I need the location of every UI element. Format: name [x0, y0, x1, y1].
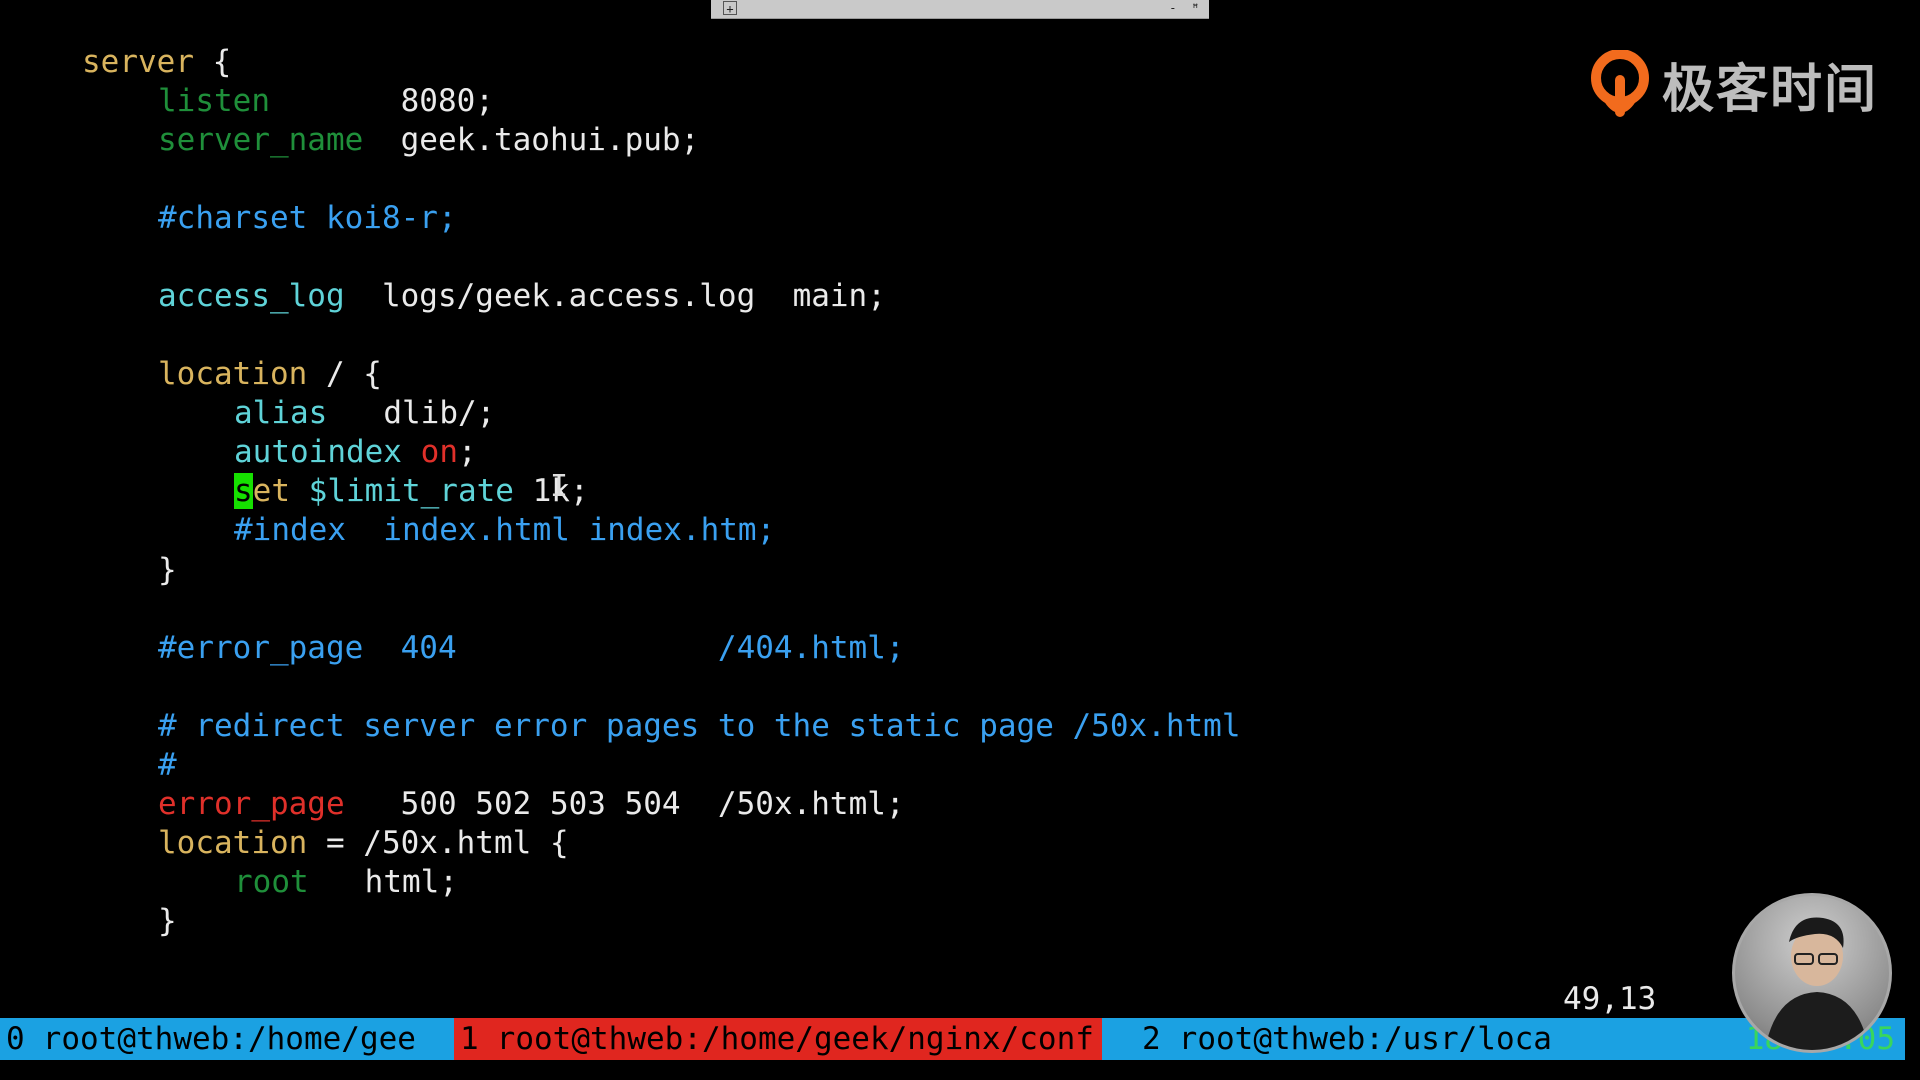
cursor-position-ruler: 49,13: [1563, 981, 1657, 1017]
keyword-location-50x: location: [158, 825, 308, 861]
window-label: root@thweb:/home/gee: [42, 1021, 416, 1057]
window-control-strip: + - ꟸ: [711, 0, 1209, 19]
code-line-server-name: server_name geek.taohui.pub;: [0, 122, 699, 158]
presenter-webcam: [1732, 893, 1892, 1053]
geektime-logo: 极客时间: [1590, 48, 1880, 120]
code-line-redirect-comment: # redirect server error pages to the sta…: [0, 708, 1241, 744]
code-line-hash-comment: #: [0, 747, 177, 783]
window-index: 2: [1142, 1021, 1161, 1057]
directive-alias: alias: [234, 395, 328, 431]
value-limit-rate: 1k;: [513, 473, 589, 509]
restore-button[interactable]: ꟸ: [1192, 1, 1199, 15]
value-listen: 8080;: [400, 83, 494, 119]
brace-open: {: [193, 44, 232, 80]
value-autoindex-on: on: [420, 434, 458, 470]
code-line-server: server {: [0, 44, 231, 80]
window-label: root@thweb:/usr/loca: [1178, 1021, 1552, 1057]
code-line-charset-comment: #charset koi8-r;: [0, 200, 457, 236]
location-path: / {: [307, 356, 382, 392]
variable-limit-rate: $limit_rate: [290, 473, 514, 509]
value-alias: dlib/;: [383, 395, 496, 431]
minimize-button[interactable]: -: [1169, 1, 1176, 15]
directive-access-log: access_log: [158, 278, 345, 314]
value-server-name: geek.taohui.pub;: [400, 122, 700, 158]
semicolon: ;: [457, 434, 477, 470]
keyword-server: server: [82, 44, 194, 80]
presenter-avatar-icon: [1765, 917, 1869, 1050]
location-50x-path: = /50x.html {: [307, 825, 569, 861]
tmux-window-2[interactable]: 2 root@thweb:/usr/loca: [1102, 1018, 1570, 1060]
window-label: root@thweb:/home/geek/nginx/conf: [496, 1021, 1094, 1057]
code-line-location-50x: location = /50x.html {: [0, 825, 569, 861]
comment-redirect: # redirect server error pages to the sta…: [158, 708, 1241, 744]
code-line-set-limit-rate: set $limit_rate 1k;: [0, 473, 589, 509]
comment-charset: #charset koi8-r;: [158, 200, 457, 236]
code-line-access-log: access_log logs/geek.access.log main;: [0, 278, 886, 314]
code-line-index-comment: #index index.html index.htm;: [0, 512, 775, 548]
code-line-root: root html;: [0, 864, 458, 900]
comment-index: #index index.html index.htm;: [234, 512, 776, 548]
tmux-window-1-active[interactable]: 1 root@thweb:/home/geek/nginx/conf: [454, 1018, 1102, 1060]
tmux-window-0[interactable]: 0 root@thweb:/home/gee: [0, 1018, 454, 1060]
logo-text: 极客时间: [1662, 59, 1879, 120]
code-line-location-root: location / {: [0, 356, 382, 392]
tmux-status-bar: 0 root@thweb:/home/gee 1 root@thweb:/home/…: [0, 1018, 1905, 1060]
brace-close-50x: }: [158, 903, 177, 939]
window-index: 1: [460, 1021, 479, 1057]
text-cursor: s: [234, 473, 253, 509]
code-line-autoindex: autoindex on;: [0, 434, 477, 470]
directive-listen: listen: [158, 83, 270, 119]
keyword-location: location: [158, 356, 308, 392]
directive-root: root: [234, 864, 309, 900]
brace-close: }: [158, 552, 177, 588]
code-line-close-brace: }: [0, 552, 177, 588]
code-line-error-page-comment: #error_page 404 /404.html;: [0, 630, 905, 666]
code-line-alias: alias dlib/;: [0, 395, 495, 431]
value-root: html;: [364, 864, 458, 900]
window-controls: - ꟸ: [1161, 0, 1199, 16]
window-index: 0: [6, 1021, 25, 1057]
value-error-page: 500 502 503 504 /50x.html;: [400, 786, 905, 822]
value-access-log: logs/geek.access.log main;: [381, 278, 886, 314]
keyword-set: et: [252, 473, 290, 509]
code-line-close-brace-50x: }: [0, 903, 177, 939]
comment-error-page: #error_page 404 /404.html;: [158, 630, 905, 666]
code-line-listen: listen 8080;: [0, 83, 494, 119]
comment-hash: #: [158, 747, 177, 783]
directive-error-page: error_page: [158, 786, 345, 822]
pin-button[interactable]: +: [723, 1, 737, 16]
geektime-logo-icon: [1591, 50, 1649, 117]
directive-autoindex: autoindex: [234, 434, 402, 470]
directive-server-name: server_name: [158, 122, 364, 158]
code-line-error-page: error_page 500 502 503 504 /50x.html;: [0, 786, 905, 822]
